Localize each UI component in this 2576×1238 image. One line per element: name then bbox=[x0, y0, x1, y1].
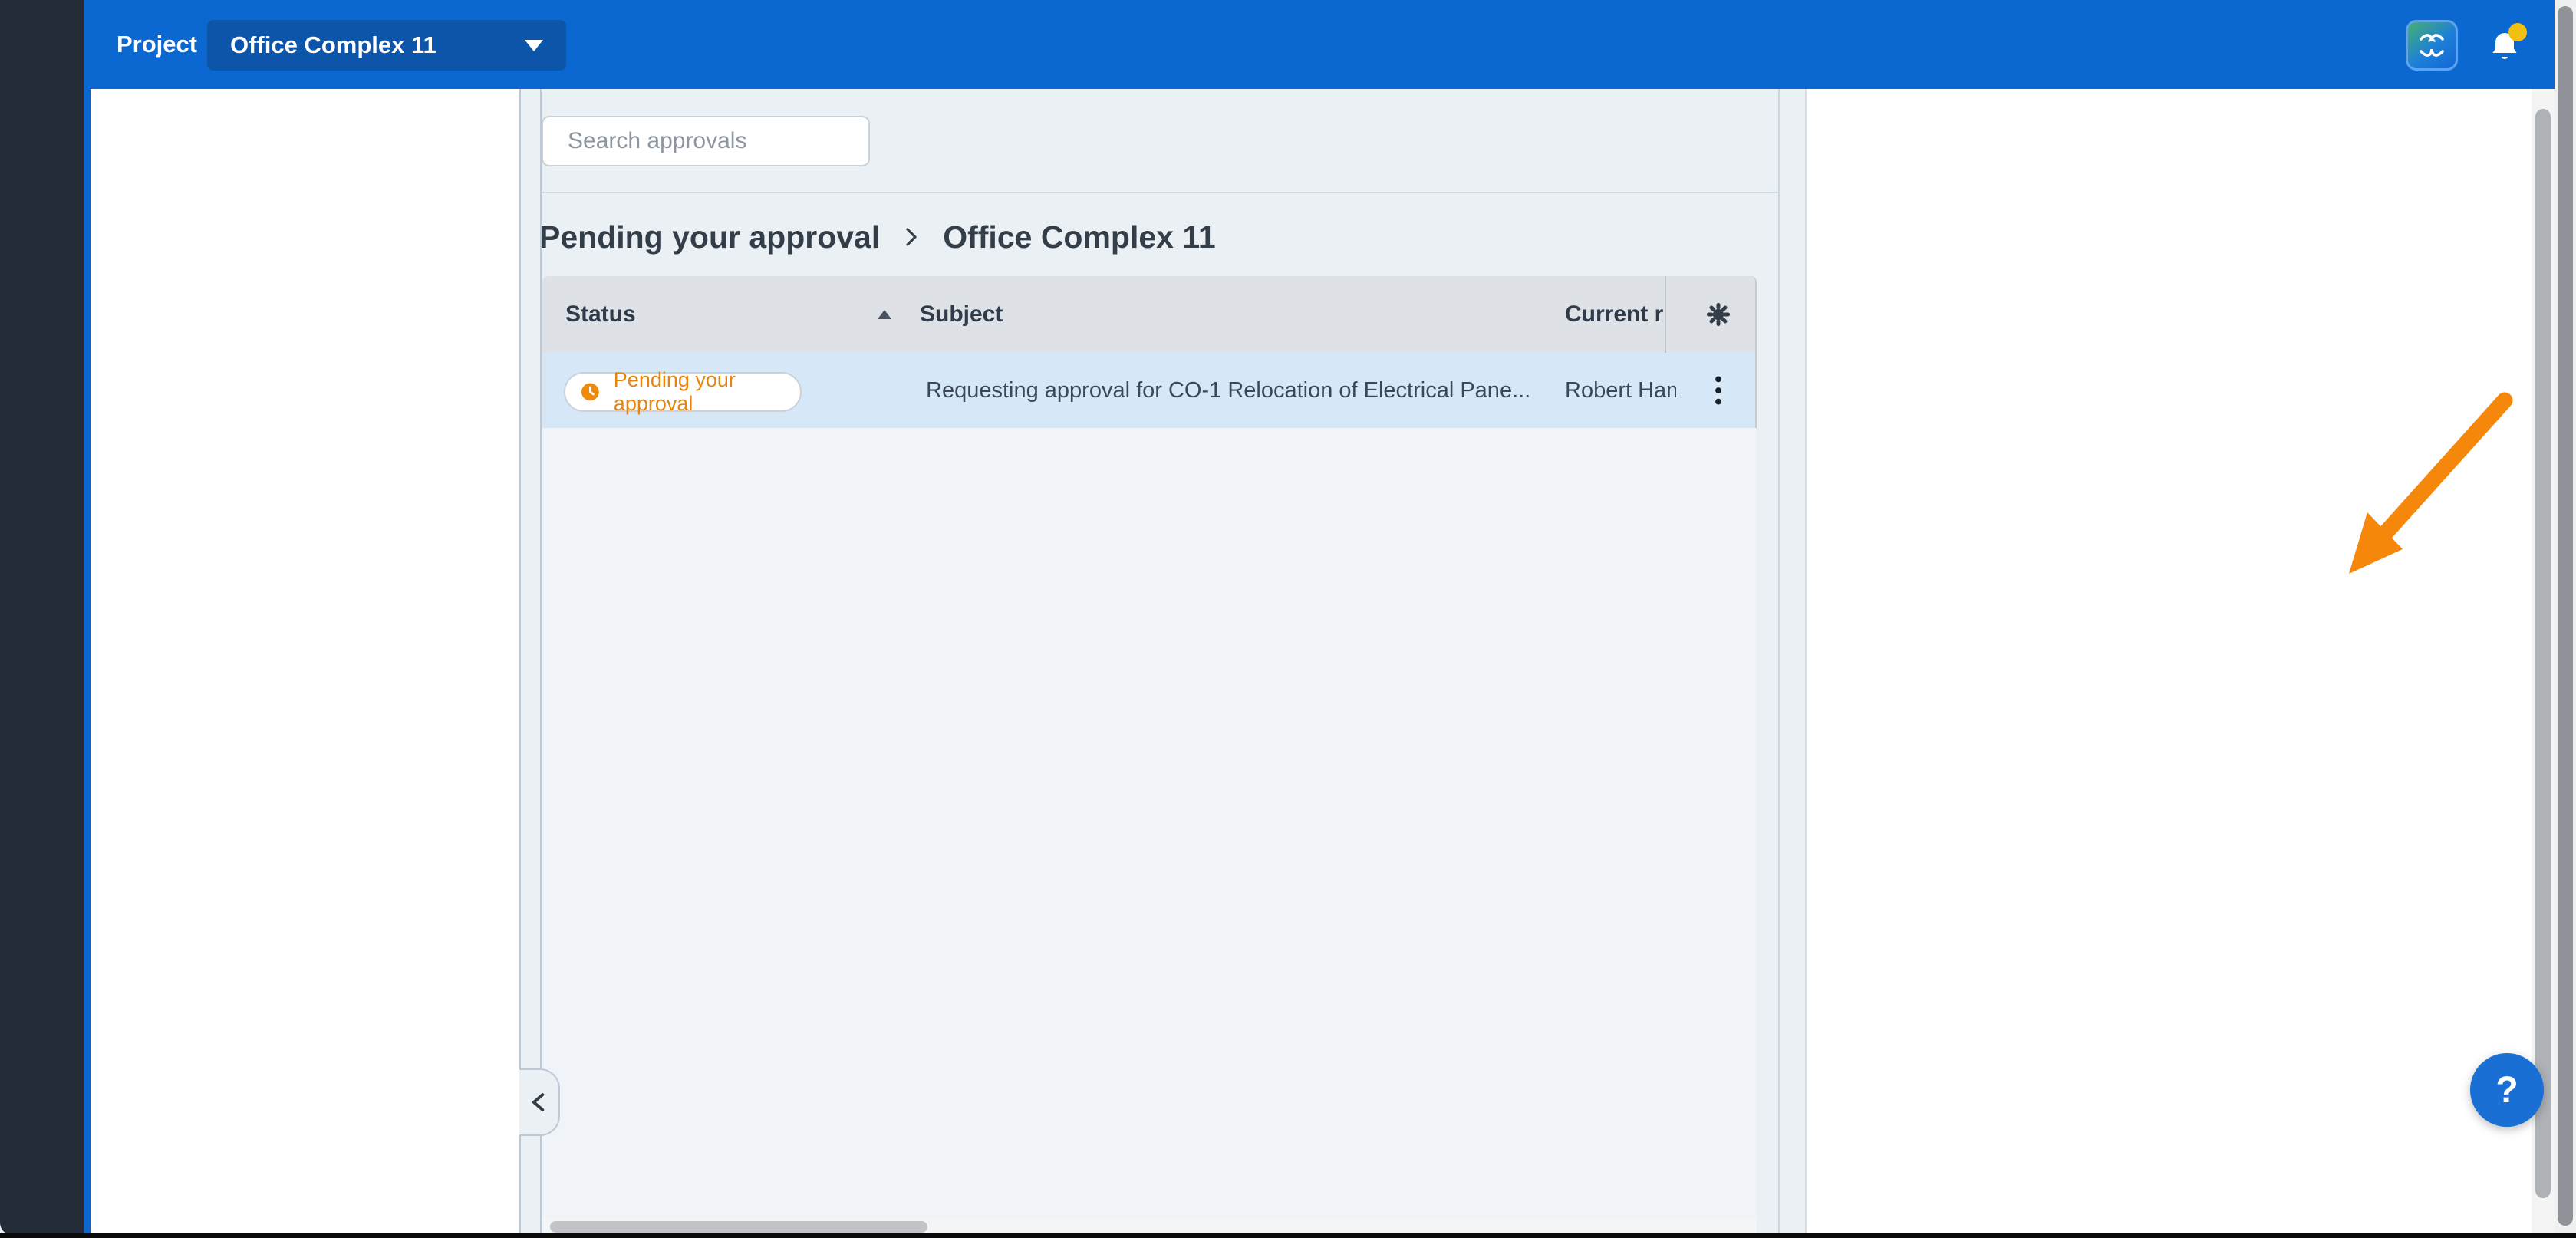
status-badge-label: Pending your approval bbox=[614, 368, 800, 416]
kebab-menu-icon bbox=[1703, 370, 1734, 410]
table-empty-area bbox=[542, 428, 1757, 1217]
notification-badge bbox=[2508, 23, 2527, 41]
app-root: Project Office Complex 11 bbox=[0, 0, 2576, 1238]
horizontal-scrollbar-thumb[interactable] bbox=[550, 1221, 927, 1233]
approval-request-panel bbox=[1805, 89, 2555, 1235]
column-header-current-reviewer[interactable]: Current rev bbox=[1565, 276, 1663, 353]
primary-nav-rail bbox=[0, 0, 84, 1235]
help-button-label: ? bbox=[2495, 1069, 2518, 1111]
status-badge: Pending your approval bbox=[564, 372, 802, 412]
approvals-sidebar bbox=[91, 89, 519, 1235]
notifications-button[interactable] bbox=[2476, 21, 2533, 72]
project-selector[interactable]: Office Complex 11 bbox=[207, 20, 566, 71]
panel-scrollbar-thumb[interactable] bbox=[2535, 109, 2551, 1198]
row-subject: Requesting approval for CO-1 Relocation … bbox=[926, 353, 1530, 428]
clock-icon bbox=[579, 380, 601, 404]
chevron-left-icon bbox=[526, 1089, 552, 1115]
sort-ascending-icon bbox=[878, 310, 891, 319]
ai-assistant-button[interactable] bbox=[2406, 20, 2458, 71]
panel-scrollbar[interactable] bbox=[2532, 89, 2555, 1235]
column-divider bbox=[1665, 276, 1666, 353]
gear-icon bbox=[1703, 299, 1734, 330]
column-header-subject[interactable]: Subject bbox=[920, 276, 1003, 353]
top-bar: Project Office Complex 11 bbox=[0, 0, 2576, 89]
chevron-down-icon bbox=[525, 40, 543, 51]
breadcrumb: Pending your approval Office Complex 11 bbox=[539, 219, 1216, 255]
row-menu-button[interactable] bbox=[1692, 353, 1745, 428]
breadcrumb-pending-your-approval[interactable]: Pending your approval bbox=[539, 219, 880, 255]
help-button[interactable]: ? bbox=[2470, 1053, 2544, 1127]
chevron-right-icon bbox=[900, 222, 923, 252]
table-settings-button[interactable] bbox=[1692, 276, 1745, 353]
search-input[interactable] bbox=[568, 128, 864, 154]
window-scrollbar[interactable] bbox=[2555, 0, 2576, 1238]
sidebar-gutter bbox=[519, 89, 542, 1235]
sidebar-collapse-button[interactable] bbox=[519, 1068, 560, 1136]
column-header-status[interactable]: Status bbox=[565, 276, 636, 353]
butterfly-icon bbox=[2415, 28, 2449, 62]
breadcrumb-project: Office Complex 11 bbox=[943, 219, 1215, 255]
table-header: Status Subject Current rev bbox=[542, 276, 1757, 353]
row-current-reviewer: Robert Ham bbox=[1565, 353, 1676, 428]
main-scroll-edge bbox=[1778, 89, 1780, 1235]
search-approvals-box bbox=[542, 116, 870, 166]
project-selector-value: Office Complex 11 bbox=[230, 31, 525, 59]
window-scrollbar-thumb[interactable] bbox=[2558, 6, 2573, 1226]
project-label: Project bbox=[117, 0, 197, 89]
main-divider bbox=[542, 192, 1780, 193]
window-bottom-edge bbox=[0, 1233, 2576, 1238]
approval-table-row[interactable]: Pending your approval Requesting approva… bbox=[542, 353, 1757, 428]
rail-accent-stripe bbox=[84, 89, 91, 1235]
